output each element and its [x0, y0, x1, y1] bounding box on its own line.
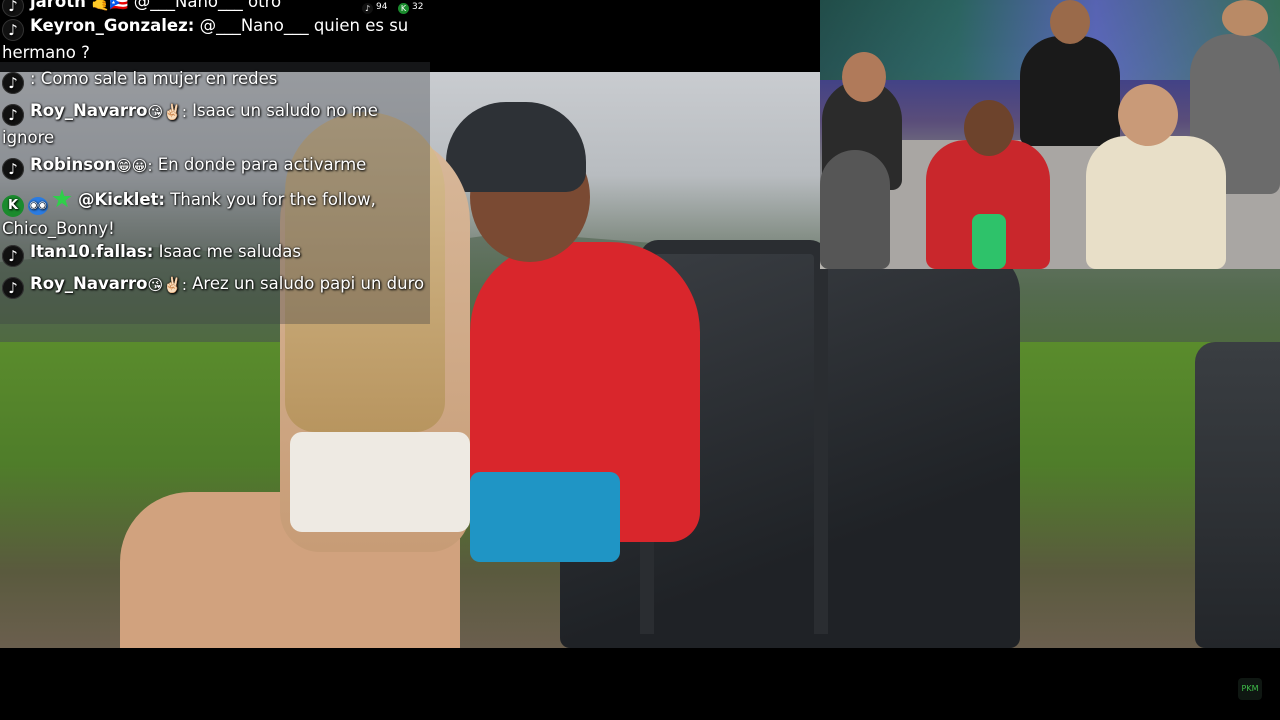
chat-message: ♪ Keyron_Gonzalez: @___Nano___ quien es s…	[2, 14, 428, 65]
chat-username: Itan10.fallas:	[30, 242, 154, 261]
chat-emojis: 🤙🇵🇷	[91, 0, 129, 12]
chat-text: En donde para activarme	[157, 155, 367, 174]
webcam-person-4	[820, 150, 890, 269]
chat-text: @___Nano___ otro	[133, 0, 282, 11]
chat-emojis: 😘✌🏻:	[147, 103, 187, 121]
webcam-head-5	[964, 100, 1014, 156]
green-star-badge-icon	[52, 189, 72, 208]
webcam-head-6	[1118, 84, 1178, 146]
tiktok-icon: ♪	[2, 158, 24, 180]
chat-username: Roy_Navarro	[30, 274, 148, 293]
chat-message: ♪ Robinson😁😀: En donde para activarme	[2, 153, 428, 180]
man-blue-shorts	[470, 472, 620, 562]
bot-badge-icon: ◉◉	[28, 197, 48, 215]
chat-message: ♪ Itan10.fallas: Isaac me saludas	[2, 240, 428, 267]
chat-username: @Kicklet:	[78, 190, 166, 209]
second-vehicle	[1195, 342, 1280, 648]
tiktok-icon: ♪	[2, 245, 24, 267]
tiktok-icon: ♪	[2, 72, 24, 94]
bucket-hat	[446, 102, 586, 192]
chat-emojis: 😁😀:	[116, 157, 153, 175]
chat-message: ♪ Roy_Navarro😘✌🏻: Arez un saludo papi un …	[2, 272, 428, 299]
chat-username: Keyron_Gonzalez:	[30, 16, 195, 35]
chat-message: ♪ Roy_Navarro😘✌🏻: Isaac un saludo no me i…	[2, 99, 428, 150]
chat-message: K ◉◉ @Kicklet: Thank you for the follow, C…	[2, 188, 428, 241]
chat-message: ♪ : Como sale la mujer en redes	[2, 67, 428, 94]
chat-username: Robinson	[30, 155, 117, 174]
webcam-head-3	[1222, 0, 1268, 36]
webcam-head-1	[842, 52, 886, 102]
chat-text: Arez un saludo papi un duro	[192, 274, 425, 293]
woman-white-skirt	[290, 432, 470, 532]
tiktok-icon: ♪	[2, 277, 24, 299]
kick-icon: K	[2, 195, 24, 217]
green-speaker	[972, 214, 1006, 269]
webcam-person-2	[1020, 36, 1120, 146]
tiktok-icon: ♪	[2, 19, 24, 41]
webcam-overlay	[820, 0, 1280, 269]
chat-text: Isaac me saludas	[158, 242, 301, 261]
chat-username: Roy_Navarro	[30, 101, 148, 120]
chat-emojis: 😘✌🏻:	[147, 276, 187, 294]
channel-logo-icon: PKM	[1238, 678, 1262, 700]
chat-text: : Como sale la mujer en redes	[30, 69, 278, 88]
webcam-head-2	[1050, 0, 1090, 44]
tiktok-icon: ♪	[2, 104, 24, 126]
webcam-person-6	[1086, 136, 1226, 269]
chat-username: jaroth	[30, 0, 86, 11]
